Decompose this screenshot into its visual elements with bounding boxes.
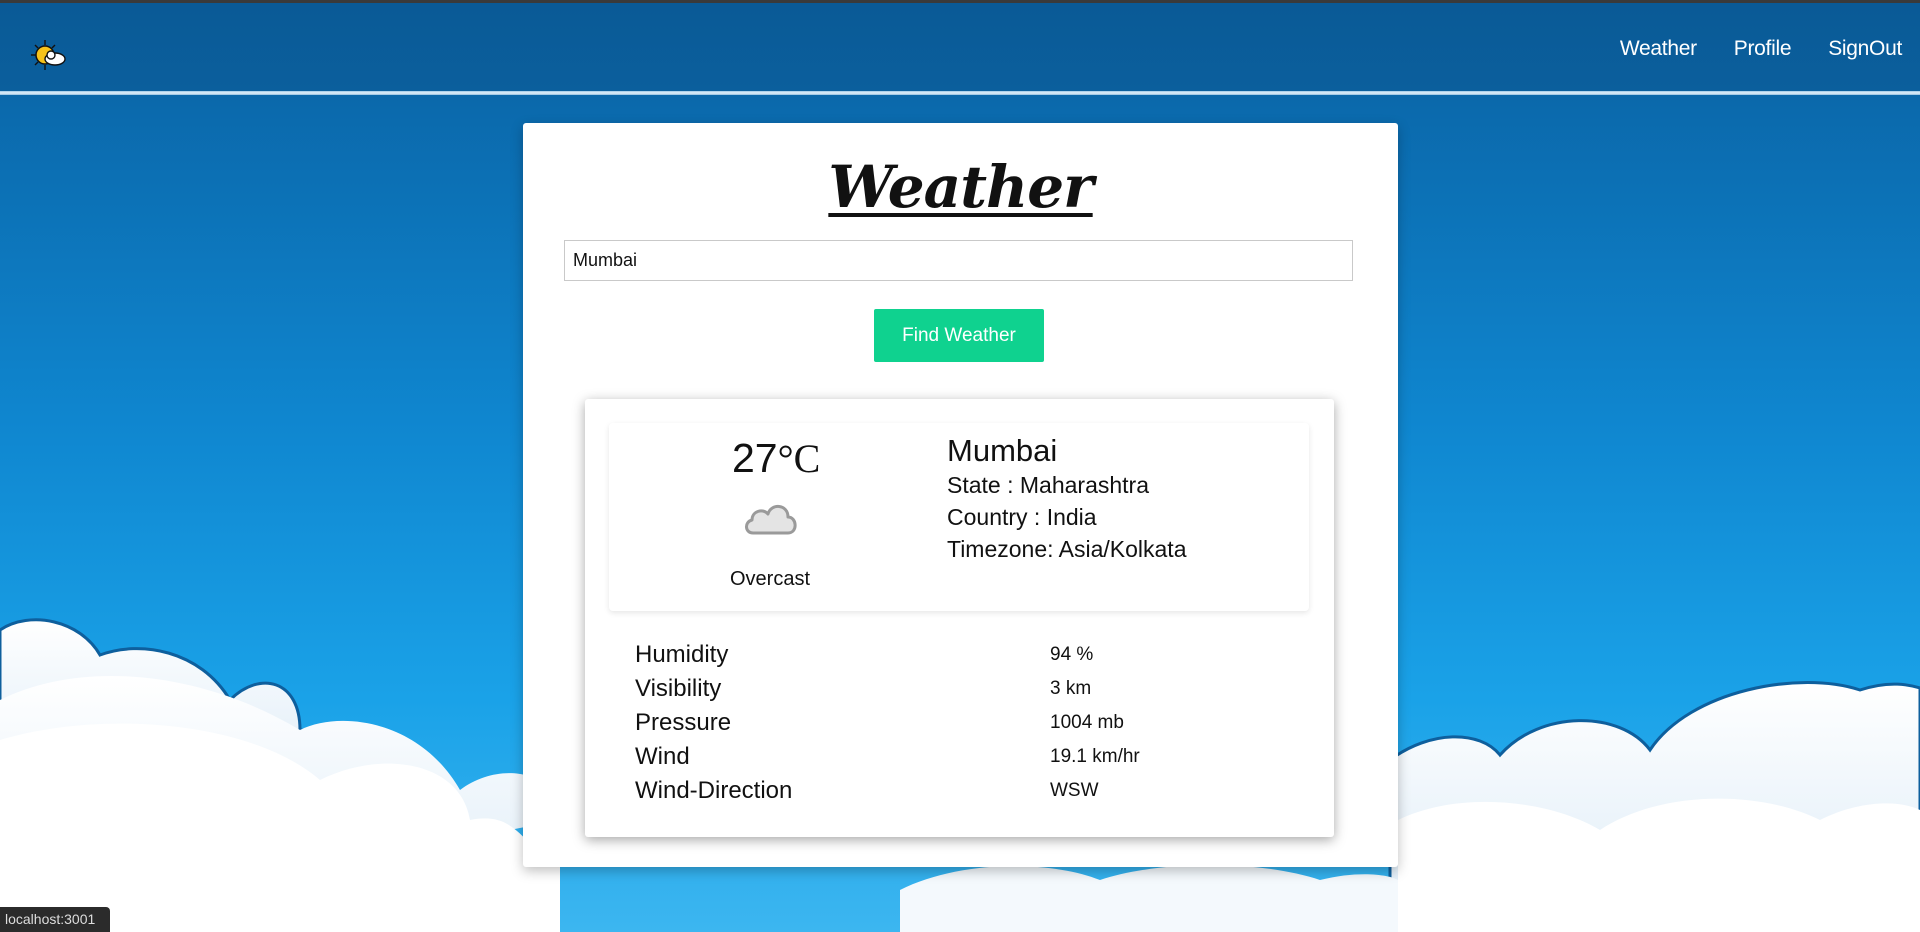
sun-cloud-icon[interactable] [30, 39, 68, 73]
stat-label: Humidity [635, 641, 729, 668]
temperature: 27°C [732, 435, 820, 482]
weather-card: Weather Find Weather 27°C Overcast Mumba… [523, 123, 1398, 867]
stat-label: Pressure [635, 709, 732, 736]
stat-label: Wind [635, 743, 690, 770]
stat-value: 94 % [1050, 644, 1094, 665]
city-search-input[interactable] [564, 240, 1353, 281]
timezone-line: Timezone: Asia/Kolkata [947, 536, 1187, 562]
stat-row-pressure: Pressure 1004 mb [635, 709, 1285, 743]
state-line: State : Maharashtra [947, 472, 1149, 498]
stat-row-humidity: Humidity 94 % [635, 641, 1285, 675]
weather-summary: 27°C Overcast Mumbai State : Maharashtra… [609, 423, 1309, 611]
weather-condition: Overcast [729, 568, 811, 590]
stat-row-wind: Wind 19.1 km/hr [635, 743, 1285, 777]
page-title: Weather [828, 153, 1093, 221]
location-info: Mumbai State : Maharashtra Country : Ind… [947, 433, 1187, 565]
country-line: Country : India [947, 504, 1097, 530]
cloud-icon [745, 505, 797, 535]
stat-label: Wind-Direction [635, 777, 793, 804]
stat-row-wind-direction: Wind-Direction WSW [635, 777, 1285, 811]
stat-row-visibility: Visibility 3 km [635, 675, 1285, 709]
stat-label: Visibility [635, 675, 722, 702]
nav-link-profile[interactable]: Profile [1734, 37, 1792, 61]
stat-value: 1004 mb [1050, 712, 1124, 733]
find-weather-button[interactable]: Find Weather [874, 309, 1044, 362]
navbar-divider [0, 91, 1920, 95]
stat-value: 3 km [1050, 678, 1092, 699]
temperature-value: 27 [732, 435, 778, 481]
weather-result-card: 27°C Overcast Mumbai State : Maharashtra… [585, 399, 1334, 837]
weather-stats: Humidity 94 % Visibility 3 km Pressure 1… [635, 641, 1285, 811]
nav-link-weather[interactable]: Weather [1620, 37, 1697, 61]
navbar: Weather Profile SignOut [0, 3, 1920, 91]
city-name: Mumbai [947, 433, 1058, 468]
nav-links: Weather Profile SignOut [1620, 37, 1902, 61]
stat-value: WSW [1050, 780, 1099, 801]
temperature-unit: °C [777, 436, 821, 481]
nav-link-signout[interactable]: SignOut [1828, 37, 1902, 61]
browser-status-url: localhost:3001 [0, 907, 110, 932]
stat-value: 19.1 km/hr [1050, 746, 1140, 767]
